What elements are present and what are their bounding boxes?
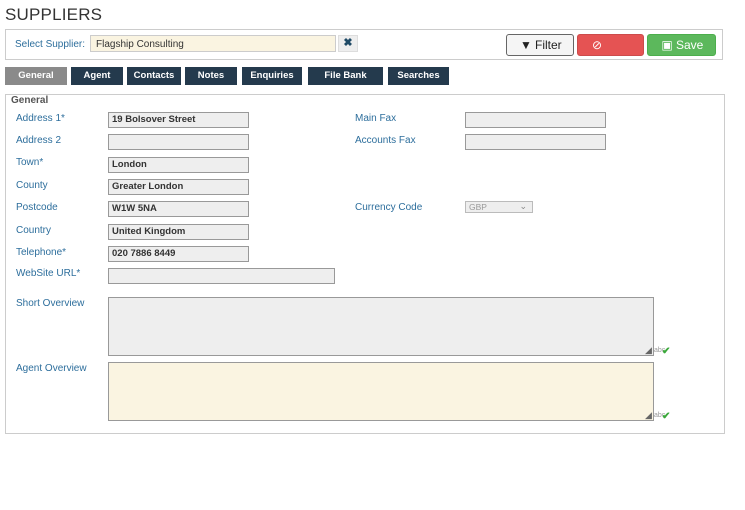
county-label: County bbox=[16, 180, 48, 191]
website-input[interactable] bbox=[108, 268, 335, 284]
main-fax-label: Main Fax bbox=[355, 113, 397, 124]
tab-notes[interactable]: Notes bbox=[185, 67, 237, 85]
country-label: Country bbox=[16, 225, 52, 236]
cancel-button-label: Cancel bbox=[582, 58, 620, 72]
select-supplier-label: Select Supplier: bbox=[15, 39, 86, 50]
short-overview-label: Short Overview bbox=[16, 298, 85, 309]
save-icon: ▣ bbox=[661, 38, 673, 52]
agent-overview-label: Agent Overview bbox=[16, 363, 87, 374]
save-button[interactable]: ▣ Save bbox=[647, 34, 716, 56]
cancel-button[interactable]: ⊘ Cancel bbox=[577, 34, 644, 72]
supplier-select-input[interactable]: Flagship Consulting bbox=[90, 35, 336, 52]
ban-icon: ⊘ bbox=[591, 38, 603, 52]
tab-file-bank[interactable]: File Bank bbox=[308, 67, 383, 85]
filter-button-label: Filter bbox=[535, 38, 562, 52]
postcode-label: Postcode bbox=[16, 202, 58, 213]
currency-code-select[interactable]: GBP ⌄ bbox=[465, 201, 533, 213]
accounts-fax-label: Accounts Fax bbox=[355, 135, 416, 146]
tab-enquiries[interactable]: Enquiries bbox=[242, 67, 302, 85]
short-overview-textarea[interactable] bbox=[108, 297, 654, 356]
address1-input[interactable]: 19 Bolsover Street bbox=[108, 112, 249, 128]
filter-icon: ▼ bbox=[520, 38, 532, 52]
section-title: General bbox=[9, 95, 51, 106]
tab-general[interactable]: General bbox=[5, 67, 67, 85]
currency-code-value: GBP bbox=[469, 202, 487, 212]
tab-contacts[interactable]: Contacts bbox=[127, 67, 181, 85]
address1-label: Address 1* bbox=[16, 113, 65, 124]
town-input[interactable]: London bbox=[108, 157, 249, 173]
postcode-input[interactable]: W1W 5NA bbox=[108, 201, 249, 217]
resize-grip-icon[interactable]: ◢ bbox=[645, 410, 652, 421]
close-icon[interactable]: ✖ bbox=[338, 35, 358, 52]
currency-code-label: Currency Code bbox=[355, 202, 423, 213]
tab-agent[interactable]: Agent bbox=[71, 67, 123, 85]
main-fax-input[interactable] bbox=[465, 112, 606, 128]
country-input[interactable]: United Kingdom bbox=[108, 224, 249, 240]
accounts-fax-input[interactable] bbox=[465, 134, 606, 150]
telephone-label: Telephone* bbox=[16, 247, 67, 258]
resize-grip-icon[interactable]: ◢ bbox=[645, 345, 652, 356]
supplier-select-bar: Select Supplier: Flagship Consulting ✖ ▼… bbox=[5, 29, 723, 72]
address2-input[interactable] bbox=[108, 134, 249, 150]
agent-overview-textarea[interactable] bbox=[108, 362, 654, 421]
telephone-input[interactable]: 020 7886 8449 bbox=[108, 246, 249, 262]
chevron-down-icon: ⌄ bbox=[519, 201, 527, 211]
save-button-label: Save bbox=[676, 38, 704, 52]
website-label: WebSite URL* bbox=[16, 268, 81, 279]
county-input[interactable]: Greater London bbox=[108, 179, 249, 195]
tab-searches[interactable]: Searches bbox=[388, 67, 449, 85]
check-icon: ✔ bbox=[662, 346, 671, 357]
filter-button[interactable]: ▼ Filter bbox=[506, 34, 574, 56]
page-title: SUPPLIERS bbox=[5, 5, 103, 24]
check-icon: ✔ bbox=[662, 411, 671, 422]
town-label: Town* bbox=[16, 157, 44, 168]
address2-label: Address 2 bbox=[16, 135, 62, 146]
